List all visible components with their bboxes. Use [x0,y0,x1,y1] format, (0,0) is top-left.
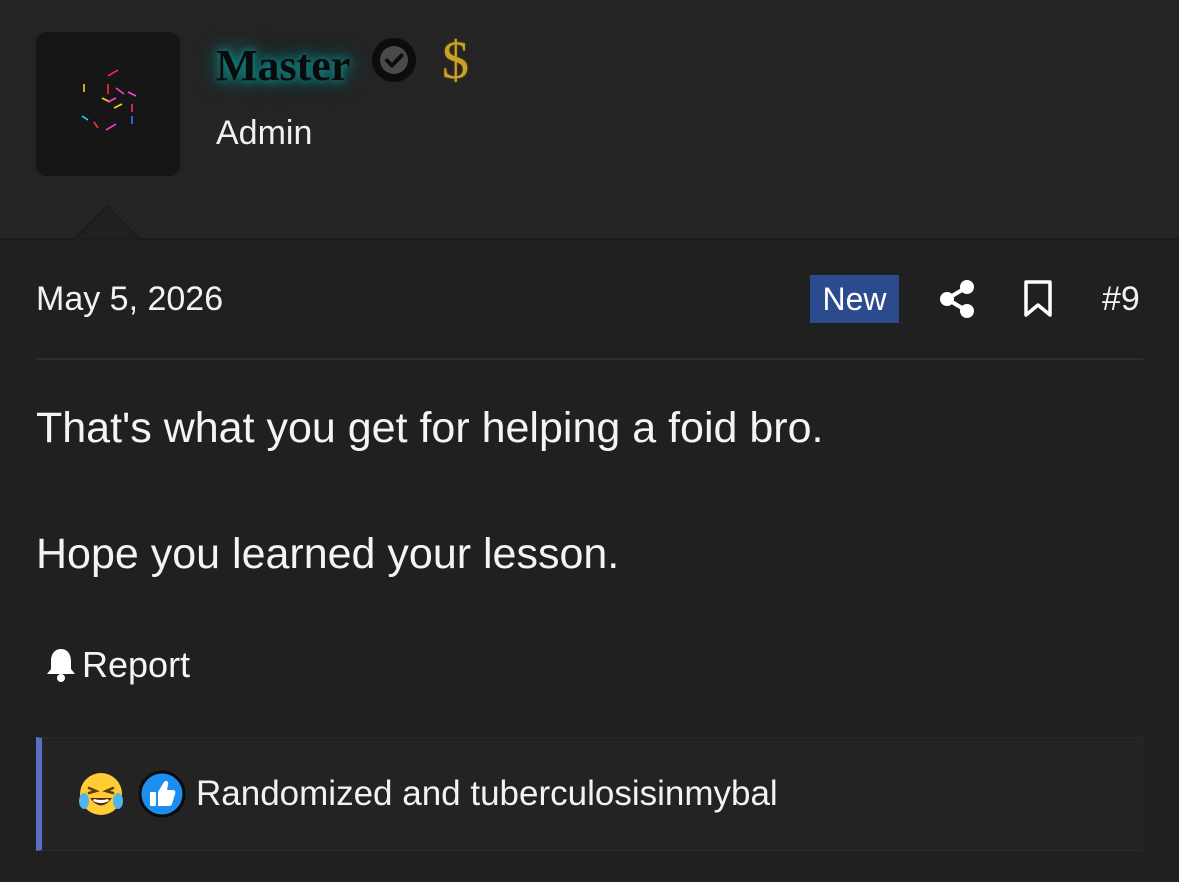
thumbs-up-emoji-icon [138,770,186,818]
reaction-users[interactable]: Randomized and tuberculosisinmybal [196,774,778,814]
bell-icon [47,649,75,682]
avatar-image [81,69,137,131]
username[interactable]: Master [216,40,350,92]
laughing-crying-emoji-icon [79,773,123,815]
bookmark-icon[interactable] [1023,280,1053,318]
share-icon[interactable] [938,279,976,319]
dollar-badge-icon: $ [442,30,469,90]
new-badge: New [810,275,899,323]
post-number-link[interactable]: #9 [1102,280,1140,319]
divider [36,358,1143,360]
post-author-header: Master $ Admin [0,0,1179,240]
reactions-bar[interactable]: Randomized and tuberculosisinmybal [36,737,1143,851]
header-pointer-inner [75,207,139,239]
avatar[interactable] [36,32,180,176]
user-role: Admin [216,114,313,152]
post-body-line: That's what you get for helping a foid b… [36,404,824,452]
report-button[interactable]: Report [44,643,190,687]
verified-check-icon [372,38,416,82]
post-date[interactable]: May 5, 2026 [36,280,223,319]
report-label: Report [82,644,191,685]
post-body-line: Hope you learned your lesson. [36,530,620,578]
